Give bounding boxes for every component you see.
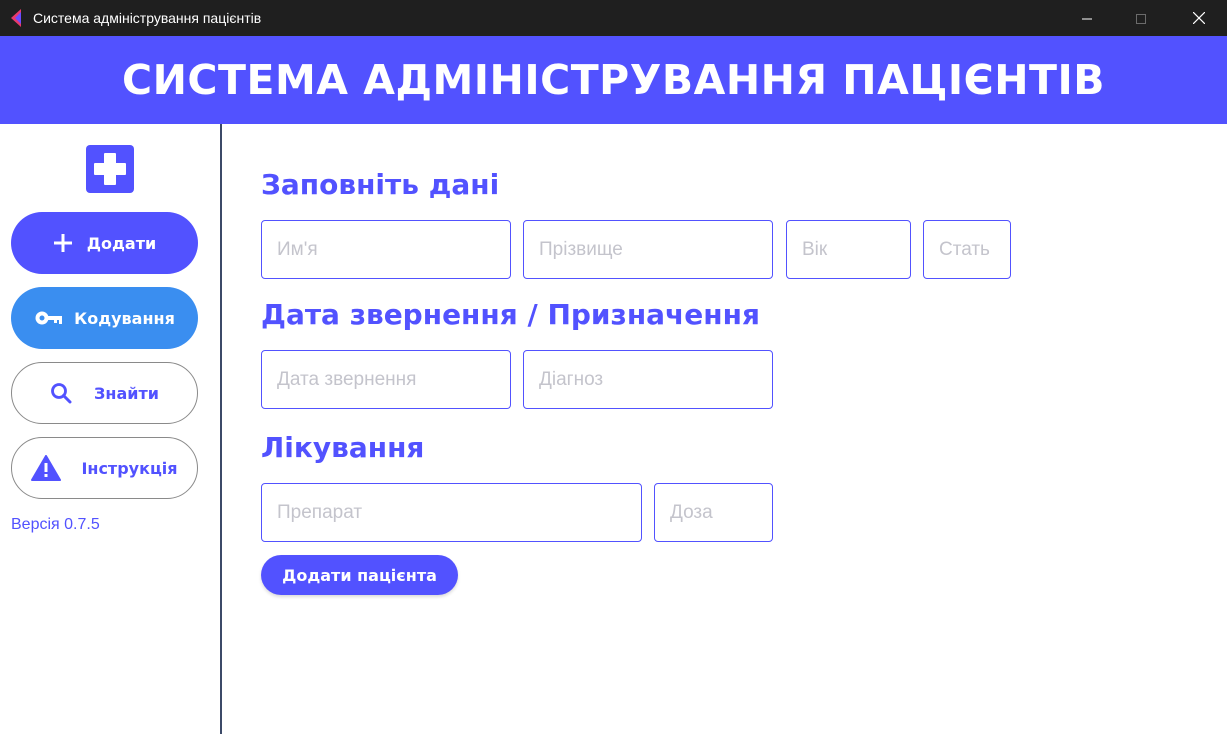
- surname-field[interactable]: [523, 220, 773, 279]
- close-icon: [1192, 9, 1206, 28]
- add-button-label: Додати: [86, 233, 157, 253]
- add-button[interactable]: Додати: [11, 212, 198, 274]
- section-title-fill-data: Заповніть дані: [261, 168, 500, 201]
- app-icon: [9, 9, 25, 27]
- plus-icon: [53, 233, 73, 253]
- search-icon: [50, 382, 72, 404]
- window-title: Система адміністрування пацієнтів: [33, 10, 262, 26]
- name-field[interactable]: [261, 220, 511, 279]
- sex-field[interactable]: [923, 220, 1011, 279]
- warning-icon: [31, 455, 62, 481]
- encoding-button-label: Кодування: [74, 308, 175, 328]
- maximize-icon: [1136, 9, 1146, 28]
- find-button[interactable]: Знайти: [11, 362, 198, 424]
- age-field[interactable]: [786, 220, 911, 279]
- section-title-treatment: Лікування: [261, 431, 425, 464]
- minimize-icon: [1082, 9, 1092, 28]
- instruction-button-label: Інструкція: [81, 458, 178, 478]
- key-icon: [34, 310, 64, 326]
- instruction-button[interactable]: Інструкція: [11, 437, 198, 499]
- version-label: Версія 0.7.5: [11, 516, 100, 533]
- drug-field[interactable]: [261, 483, 642, 542]
- minimize-button[interactable]: [1064, 0, 1110, 36]
- medical-cross-icon: [86, 145, 134, 193]
- maximize-button[interactable]: [1118, 0, 1164, 36]
- find-button-label: Знайти: [94, 383, 159, 403]
- close-button[interactable]: [1176, 0, 1222, 36]
- visit-date-field[interactable]: [261, 350, 511, 409]
- add-patient-button[interactable]: Додати пацієнта: [261, 555, 458, 595]
- page-title: СИСТЕМА АДМІНІСТРУВАННЯ ПАЦІЄНТІВ: [121, 56, 1106, 104]
- section-title-date-diagnosis: Дата звернення / Призначення: [261, 298, 760, 331]
- dose-field[interactable]: [654, 483, 773, 542]
- diagnosis-field[interactable]: [523, 350, 773, 409]
- header-banner: СИСТЕМА АДМІНІСТРУВАННЯ ПАЦІЄНТІВ: [0, 36, 1227, 124]
- window-titlebar: Система адміністрування пацієнтів: [0, 0, 1227, 36]
- sidebar: Додати Кодування Знайти Інструкція Версі…: [0, 124, 222, 734]
- encoding-button[interactable]: Кодування: [11, 287, 198, 349]
